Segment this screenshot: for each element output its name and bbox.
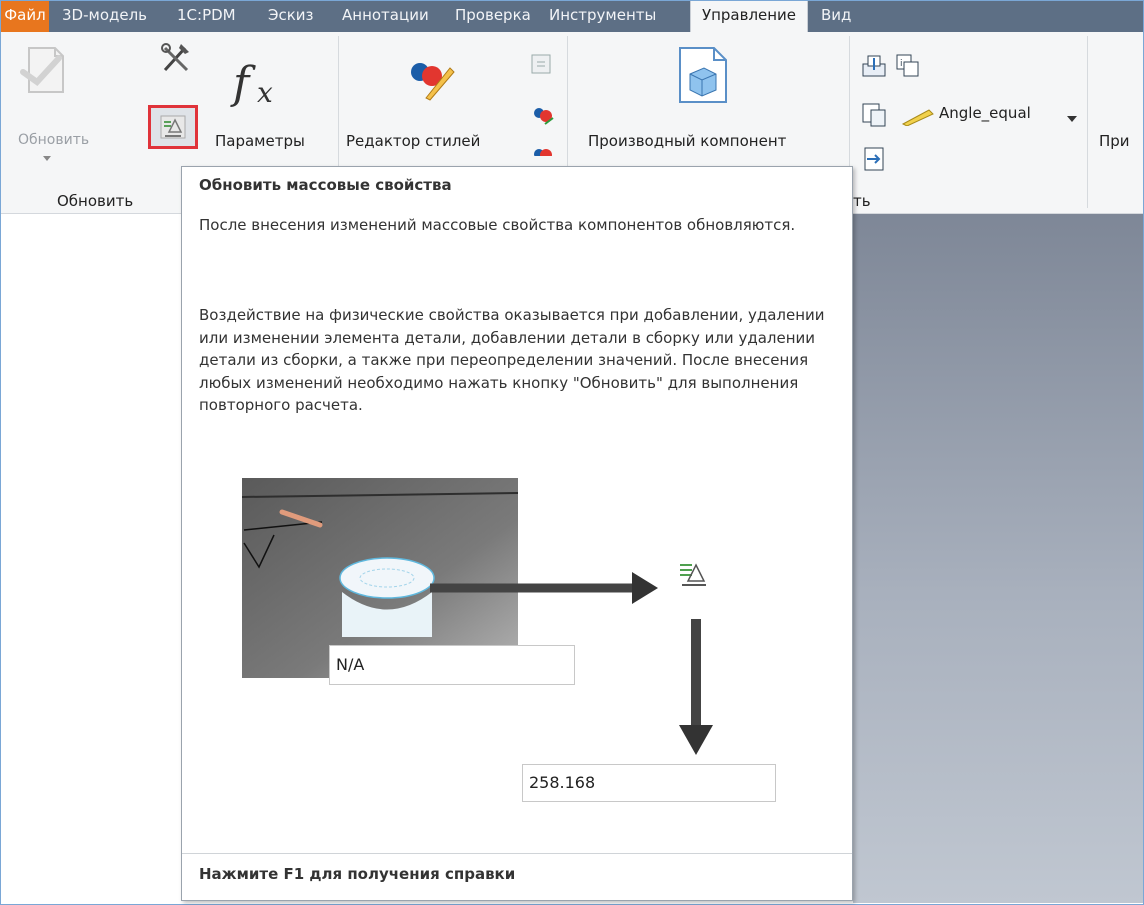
update-group-label: Обновить (57, 192, 134, 210)
partial-group-label: ть (853, 192, 871, 210)
svg-text:f: f (230, 58, 256, 109)
tab-1c-pdm[interactable]: 1C:PDM (177, 1, 236, 32)
tooltip-footer: Нажмите F1 для получения справки (199, 865, 516, 883)
svg-text:x: x (257, 76, 273, 109)
tab-manage[interactable]: Управление (690, 1, 808, 33)
purge-styles-icon[interactable] (531, 144, 555, 161)
rebuild-tools-icon[interactable] (157, 40, 195, 80)
mass-field-after: 258.168 (522, 764, 776, 802)
viewport-background (853, 214, 1143, 903)
ilogic-icon[interactable]: i (894, 52, 922, 84)
tooltip-illustration (182, 167, 852, 851)
tab-file[interactable]: Файл (1, 1, 49, 32)
tooltip-divider (182, 853, 852, 854)
mass-field-before: N/A (329, 645, 575, 685)
style-library-icon[interactable] (529, 52, 555, 82)
function-fx-icon[interactable]: f x (229, 52, 295, 116)
tab-sketch[interactable]: Эскиз (268, 1, 314, 32)
style-editor-button-label[interactable]: Редактор стилей (346, 132, 480, 150)
illustration-graphic (241, 478, 713, 755)
style-editor-icon[interactable] (406, 54, 456, 106)
angle-dropdown[interactable]: Angle_equal (939, 104, 1031, 122)
tooltip-popup: Обновить массовые свойства После внесени… (181, 166, 853, 901)
update-styles-icon[interactable] (531, 104, 555, 132)
derived-component-button-label[interactable]: Производный компонент (588, 132, 786, 150)
parameters-button-label[interactable]: Параметры (215, 132, 305, 150)
tab-3d-model[interactable]: 3D-модель (62, 1, 147, 32)
pencil-icon (901, 108, 935, 130)
partial-button-label[interactable]: При (1099, 132, 1130, 150)
group-separator (1087, 36, 1088, 208)
chevron-down-icon[interactable] (43, 150, 51, 166)
tab-check[interactable]: Проверка (455, 1, 531, 32)
insert-icon[interactable] (859, 144, 889, 178)
update-button-label[interactable]: Обновить (18, 132, 89, 148)
derived-component-icon[interactable] (674, 44, 730, 110)
svg-text:i: i (900, 59, 903, 69)
ribbon-tab-bar: Файл 3D-модель 1C:PDM Эскиз Аннотации Пр… (1, 1, 1143, 33)
import-icon[interactable] (859, 52, 889, 84)
copy-design-icon[interactable] (859, 100, 889, 134)
mass-properties-icon (680, 563, 706, 586)
update-document-icon[interactable] (15, 42, 71, 102)
chevron-down-icon[interactable] (1067, 111, 1077, 127)
update-mass-properties-button[interactable] (148, 105, 198, 149)
tab-view[interactable]: Вид (821, 1, 851, 32)
tab-annotations[interactable]: Аннотации (342, 1, 429, 32)
tab-tools[interactable]: Инструменты (549, 1, 656, 32)
